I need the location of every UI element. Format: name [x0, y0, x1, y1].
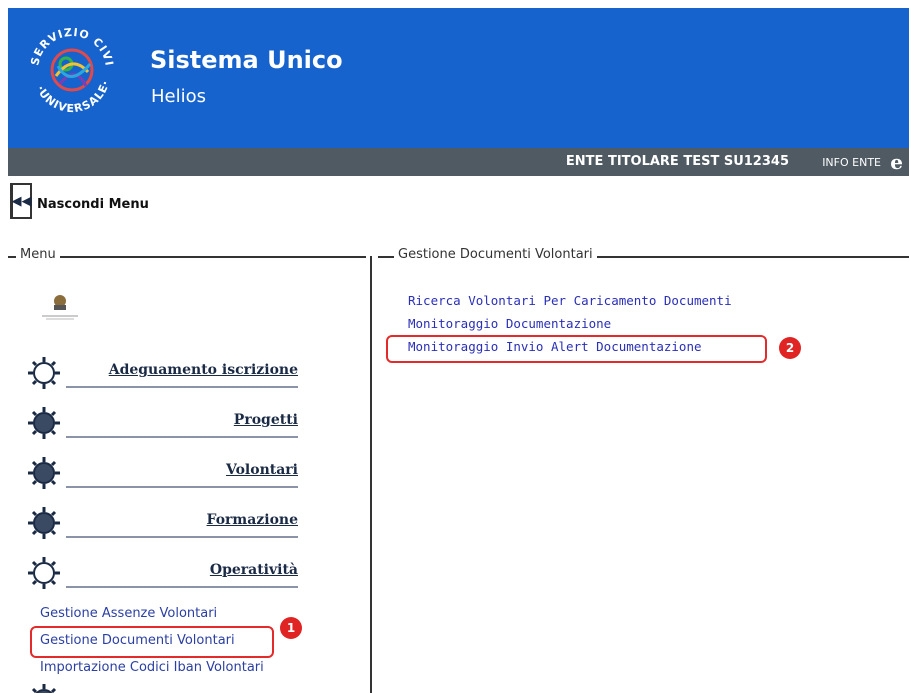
info-ente-link[interactable]: INFO ENTE	[822, 156, 881, 169]
entity-name: ENTE TITOLARE TEST SU12345	[565, 154, 789, 169]
menu-item-volontari[interactable]: Volontari	[18, 452, 302, 494]
app-subtitle: Helios	[151, 86, 207, 107]
menu-label: Progetti	[233, 412, 298, 428]
menu-underline	[66, 486, 298, 488]
servizio-civile-logo: SERVIZIO CIVILE ·UNIVERSALE·	[20, 14, 115, 116]
content-legend: Gestione Documenti Volontari	[394, 247, 597, 262]
hide-menu-label[interactable]: Nascondi Menu	[37, 197, 149, 212]
menu-item-adeguamento[interactable]: Adeguamento iscrizione	[18, 352, 302, 394]
menu-item-operativita[interactable]: Operatività	[18, 552, 302, 594]
sub-link-gestione-assenze[interactable]: Gestione Assenze Volontari	[40, 606, 217, 621]
menu-item-formazione[interactable]: Formazione	[18, 502, 302, 544]
menu-label: Formazione	[206, 512, 298, 528]
menu-underline	[66, 386, 298, 388]
gear-filled-icon	[28, 407, 60, 439]
menu-label: Operatività	[209, 562, 298, 578]
annotation-badge-2: 2	[779, 337, 801, 359]
gear-filled-icon	[28, 457, 60, 489]
link-monitoraggio-documentazione[interactable]: Monitoraggio Documentazione	[408, 316, 611, 331]
menu-divider	[370, 256, 372, 693]
sub-link-importazione-iban[interactable]: Importazione Codici Iban Volontari	[40, 660, 264, 675]
menu-underline	[66, 436, 298, 438]
government-emblem-icon	[42, 295, 78, 320]
menu-underline	[66, 586, 298, 588]
gear-filled-icon	[31, 684, 57, 693]
menu-label: Adeguamento iscrizione	[108, 362, 298, 378]
entity-bar: ENTE TITOLARE TEST SU12345 INFO ENTE e	[8, 148, 909, 176]
edge-e-icon[interactable]: e	[890, 150, 903, 174]
app-header: SERVIZIO CIVILE ·UNIVERSALE· Sistema Uni…	[8, 8, 909, 148]
menu-label: Volontari	[226, 462, 298, 478]
app-title: Sistema Unico	[150, 46, 343, 74]
link-monitoraggio-invio-alert[interactable]: Monitoraggio Invio Alert Documentazione	[408, 339, 702, 354]
hide-menu-button[interactable]: ◀◀	[10, 183, 32, 219]
menu-fieldset-top	[8, 256, 366, 258]
annotation-badge-1: 1	[280, 617, 302, 639]
link-ricerca-volontari[interactable]: Ricerca Volontari Per Caricamento Docume…	[408, 293, 732, 308]
gear-filled-icon	[28, 507, 60, 539]
menu-item-progetti[interactable]: Progetti	[18, 402, 302, 444]
gear-outline-icon	[28, 357, 60, 389]
menu-underline	[66, 536, 298, 538]
gear-outline-icon	[28, 557, 60, 589]
svg-text:·UNIVERSALE·: ·UNIVERSALE·	[34, 79, 113, 116]
sub-link-gestione-documenti[interactable]: Gestione Documenti Volontari	[40, 633, 235, 648]
double-chevron-left-icon: ◀◀	[11, 193, 32, 209]
menu-legend: Menu	[16, 247, 60, 262]
